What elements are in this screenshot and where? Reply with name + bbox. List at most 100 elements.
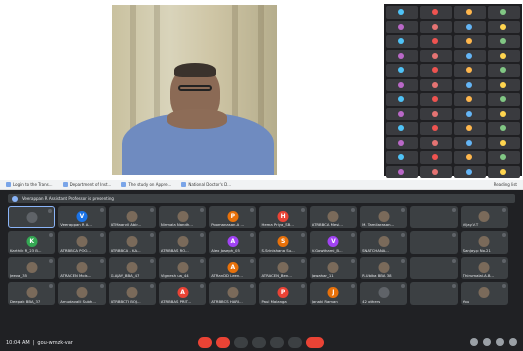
mic-muted-icon xyxy=(200,284,205,289)
participant-tile[interactable]: P Poomanasan.A ... xyxy=(209,206,257,229)
participant-tile[interactable] xyxy=(8,206,56,229)
more-options-button[interactable] xyxy=(288,337,302,348)
participant-tile[interactable] xyxy=(410,256,458,280)
shared-thumb-tile xyxy=(386,49,418,62)
bookmark-label: Department of Inst... xyxy=(69,182,112,187)
shared-thumb-tile xyxy=(488,49,520,62)
info-icon[interactable] xyxy=(470,338,478,346)
bookmark-icon xyxy=(62,182,68,187)
mic-muted-icon xyxy=(401,208,406,212)
avatar: A xyxy=(177,287,189,299)
shared-thumb-avatar xyxy=(500,38,506,44)
participant-tile[interactable]: ATRBBCS HARI... xyxy=(209,282,257,305)
participant-tile[interactable]: S S.Srinishana Su... xyxy=(259,231,307,254)
avatar: A xyxy=(227,236,239,248)
participant-name: ATRanDD Leen... xyxy=(211,273,243,279)
participant-tile[interactable]: J Janaki Raman xyxy=(309,282,358,305)
participant-grid: V Veerappan R A... ATMaarvil Abir... Nirmal… xyxy=(8,206,515,332)
shared-thumb-avatar xyxy=(500,67,506,73)
side-panel-buttons xyxy=(470,338,517,346)
bookmark-icon xyxy=(181,182,187,187)
avatar xyxy=(26,287,38,299)
shared-thumb-avatar xyxy=(500,154,506,160)
shared-thumb-tile xyxy=(386,151,418,164)
avatar: V xyxy=(76,211,88,222)
people-icon[interactable] xyxy=(483,338,491,346)
participant-tile[interactable]: You xyxy=(460,282,508,305)
avatar xyxy=(478,261,490,273)
participant-tile[interactable]: Nirmala Nandh... xyxy=(158,206,207,229)
bookmark-2[interactable]: Department of Inst... xyxy=(62,182,112,187)
camera-off-button[interactable] xyxy=(216,337,230,348)
participant-tile[interactable]: Amudavalli Subh... xyxy=(58,282,106,305)
participant-tile[interactable]: ATMaarvil Abir... xyxy=(108,206,156,229)
shared-thumb-tile xyxy=(488,107,520,120)
participant-tile[interactable]: Jeeva_35 xyxy=(8,256,56,280)
meet-window: Veerappan R Assistant Professor is prese… xyxy=(0,190,523,351)
reading-list[interactable]: Reading list xyxy=(494,182,517,187)
participant-tile[interactable]: M. Tamilarasan... xyxy=(360,206,408,229)
participant-tile[interactable]: ATRBBCA Mesi... xyxy=(309,206,358,229)
participant-tile[interactable]: Sanjay.p No.21 xyxy=(460,231,508,254)
chat-icon[interactable] xyxy=(496,338,504,346)
shared-thumb-tile xyxy=(420,122,452,135)
bookmark-label: The study on Appre... xyxy=(128,182,172,187)
participant-tile[interactable]: ATRACEN Mois... xyxy=(58,256,106,280)
participant-tile[interactable]: A ATRanDD Leen... xyxy=(209,256,257,280)
shared-thumb-avatar xyxy=(500,81,506,88)
participant-tile[interactable]: R.Ubika BBA 38 xyxy=(360,256,408,280)
participant-tile[interactable]: ATRBBAS RO... xyxy=(158,231,207,254)
avatar xyxy=(76,287,88,299)
raise-hand-button[interactable] xyxy=(252,337,266,348)
participant-tile[interactable]: V Veerappan R A... xyxy=(58,206,106,229)
participant-name: M. Tamilarasan... xyxy=(362,222,395,228)
participant-tile[interactable]: Jawahar_11 xyxy=(309,256,358,280)
participant-tile[interactable]: ATRBBCA - KA... xyxy=(108,231,156,254)
participant-tile[interactable]: V V.Gowthami_B... xyxy=(309,231,358,254)
shared-thumb-tile xyxy=(420,35,452,48)
participant-tile[interactable] xyxy=(410,282,458,305)
presenter-hands xyxy=(167,109,227,129)
participant-tile[interactable]: A ATRBBAS PRIT... xyxy=(158,282,207,305)
participant-tile[interactable] xyxy=(410,206,458,229)
participant-tile[interactable]: Vijay.V.T xyxy=(460,206,508,229)
shared-participant-thumbnails xyxy=(384,4,522,193)
participant-tile[interactable]: P Paul Malanga xyxy=(259,282,307,305)
participant-tile[interactable]: Vignesh ua_44 xyxy=(158,256,207,280)
mic-muted-icon xyxy=(451,208,456,212)
shared-thumb-tile xyxy=(488,165,520,178)
participant-tile[interactable]: ATRACEN_Ben... xyxy=(259,256,307,280)
bookmark-1[interactable]: Login to the Trans... xyxy=(6,182,53,187)
participant-tile[interactable] xyxy=(410,231,458,254)
shared-thumb-tile xyxy=(386,93,418,106)
participant-tile[interactable]: H Hema Priya_SB... xyxy=(259,206,307,229)
participant-tile[interactable]: SNATCHANA... xyxy=(360,231,408,254)
participant-tile[interactable]: 42 others xyxy=(360,282,408,305)
participant-tile[interactable]: Deepak BBA_37 xyxy=(8,282,56,305)
leave-call-button[interactable] xyxy=(306,337,324,348)
bookmark-4[interactable]: National Doctor's D... xyxy=(181,182,231,187)
participant-name: ATRBBAS PRIT... xyxy=(160,298,192,304)
participant-tile[interactable]: G.AJAY_BBA_47 xyxy=(108,256,156,280)
captions-button[interactable] xyxy=(234,337,248,348)
shared-thumb-avatar xyxy=(466,9,472,15)
participant-tile[interactable]: A Alex Joseph_05 xyxy=(209,231,257,254)
participant-tile[interactable]: K Karthik R_23 B... xyxy=(8,231,56,254)
present-button[interactable] xyxy=(270,337,284,348)
mic-off-button[interactable] xyxy=(198,337,212,348)
shared-thumb-tile xyxy=(386,136,418,149)
bookmark-3[interactable]: The study on Appre... xyxy=(121,182,171,187)
shared-thumb-avatar xyxy=(500,110,506,117)
activities-icon[interactable] xyxy=(509,338,517,346)
participant-tile[interactable]: ATRBBCA POO... xyxy=(58,231,106,254)
participant-tile[interactable]: ATRBBCTI BOJ... xyxy=(108,282,156,305)
avatar xyxy=(378,236,390,248)
participant-name: Amudavalli Subh... xyxy=(60,298,96,304)
shared-thumb-tile xyxy=(454,6,486,19)
presenter-video xyxy=(112,5,277,175)
participant-tile[interactable]: Thirumalai.A.B... xyxy=(460,256,508,280)
avatar xyxy=(277,261,289,273)
shared-thumb-avatar xyxy=(500,125,506,131)
mic-muted-icon xyxy=(149,258,154,263)
mic-muted-icon xyxy=(49,258,54,263)
